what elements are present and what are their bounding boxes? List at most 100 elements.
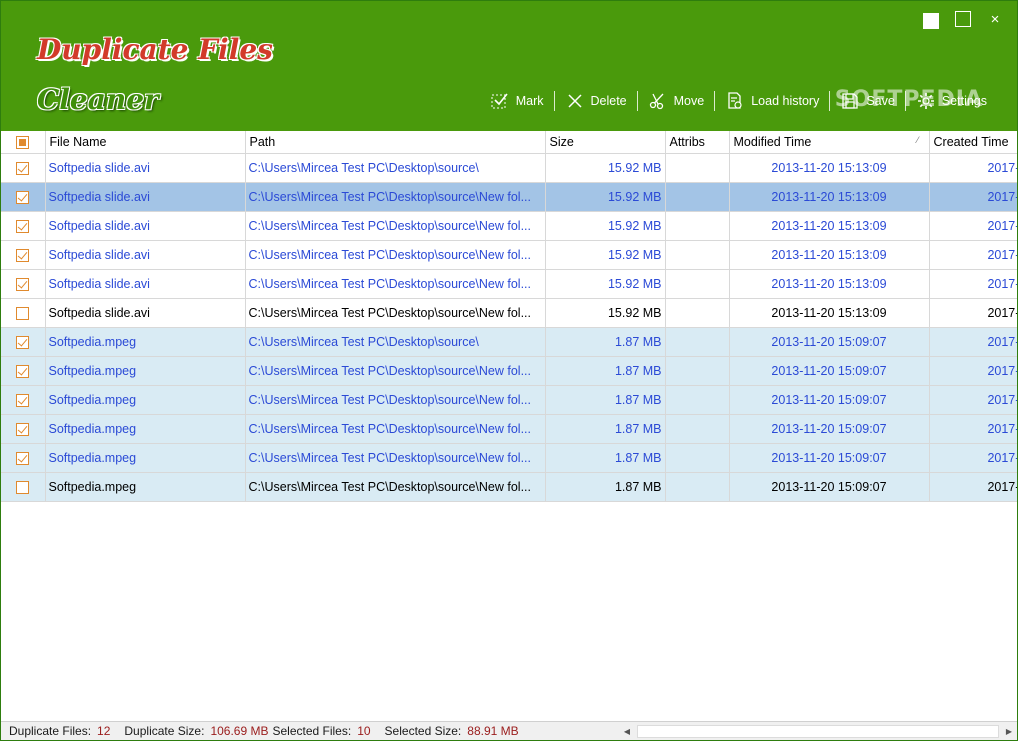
checkbox-checked-icon — [16, 364, 30, 378]
delete-label: Delete — [590, 94, 627, 108]
cell-path: C:\Users\Mircea Test PC\Desktop\source\N… — [245, 385, 546, 415]
move-button[interactable]: Move — [640, 87, 713, 115]
column-header-file-name[interactable]: File Name — [45, 131, 246, 154]
cell-created-time: 2017-06- — [929, 385, 1017, 415]
table-row[interactable]: Softpedia slide.avi C:\Users\Mircea Test … — [1, 153, 1017, 183]
cell-created-time: 2017-06- — [929, 211, 1017, 241]
cell-file-name: Softpedia.mpeg — [45, 385, 246, 415]
cell-size: 1.87 MB — [545, 327, 666, 357]
cell-size: 15.92 MB — [545, 269, 666, 299]
checkbox-checked-icon — [16, 190, 30, 204]
row-checkbox[interactable] — [1, 443, 46, 473]
column-header-created-time[interactable]: Created Time — [929, 131, 1017, 154]
select-all-checkbox[interactable] — [1, 131, 46, 154]
column-header-attribs[interactable]: Attribs — [665, 131, 730, 154]
table-row[interactable]: Softpedia slide.avi C:\Users\Mircea Test … — [1, 269, 1017, 299]
cell-modified-time: 2013-11-20 15:13:09 — [729, 182, 930, 212]
table-row[interactable]: Softpedia slide.avi C:\Users\Mircea Test … — [1, 182, 1017, 212]
logo-line-2: Cleaner — [37, 83, 159, 116]
cell-size: 1.87 MB — [545, 356, 666, 386]
row-checkbox[interactable] — [1, 240, 46, 270]
settings-button[interactable]: Settings — [908, 87, 995, 115]
checkbox-checked-icon — [16, 161, 30, 175]
logo-line-1: Duplicate Files — [37, 33, 273, 66]
row-checkbox[interactable] — [1, 472, 46, 502]
cell-path: C:\Users\Mircea Test PC\Desktop\source\N… — [245, 269, 546, 299]
selected-files-label: Selected Files: — [272, 724, 352, 738]
cell-path: C:\Users\Mircea Test PC\Desktop\source\ — [245, 327, 546, 357]
checkbox-checked-icon — [16, 422, 30, 436]
table-row[interactable]: Softpedia.mpeg C:\Users\Mircea Test PC\De… — [1, 414, 1017, 444]
cell-size: 15.92 MB — [545, 240, 666, 270]
row-checkbox[interactable] — [1, 385, 46, 415]
checkbox-checked-icon — [16, 277, 30, 291]
row-checkbox[interactable] — [1, 182, 46, 212]
mark-button[interactable]: Mark — [482, 87, 552, 115]
column-header-path[interactable]: Path — [245, 131, 546, 154]
toolbar-separator — [636, 91, 638, 111]
row-checkbox[interactable] — [1, 356, 46, 386]
scroll-right-icon[interactable]: ▶ — [1001, 724, 1017, 739]
row-checkbox[interactable] — [1, 211, 46, 241]
cell-modified-time: 2013-11-20 15:09:07 — [729, 414, 930, 444]
table-row[interactable]: Softpedia.mpeg C:\Users\Mircea Test PC\De… — [1, 356, 1017, 386]
row-checkbox[interactable] — [1, 269, 46, 299]
cell-attribs — [665, 182, 730, 212]
cell-modified-time: 2013-11-20 15:09:07 — [729, 327, 930, 357]
cell-attribs — [665, 269, 730, 299]
cell-path: C:\Users\Mircea Test PC\Desktop\source\N… — [245, 211, 546, 241]
cell-size: 15.92 MB — [545, 182, 666, 212]
checkbox-unchecked-icon — [16, 306, 30, 320]
checkbox-checked-icon — [16, 393, 30, 407]
table-row[interactable]: Softpedia.mpeg C:\Users\Mircea Test PC\De… — [1, 327, 1017, 357]
row-checkbox[interactable] — [1, 298, 46, 328]
cell-path: C:\Users\Mircea Test PC\Desktop\source\ — [245, 153, 546, 183]
cell-file-name: Softpedia.mpeg — [45, 443, 246, 473]
table-row[interactable]: Softpedia.mpeg C:\Users\Mircea Test PC\De… — [1, 472, 1017, 502]
maximize-icon — [955, 11, 971, 27]
table-row[interactable]: Softpedia slide.avi C:\Users\Mircea Test … — [1, 240, 1017, 270]
load-history-button[interactable]: Load history — [717, 87, 827, 115]
cell-file-name: Softpedia slide.avi — [45, 298, 246, 328]
cell-file-name: Softpedia slide.avi — [45, 240, 246, 270]
move-label: Move — [673, 94, 705, 108]
column-header-size[interactable]: Size — [545, 131, 666, 154]
gear-icon — [917, 93, 934, 109]
cell-modified-time: 2013-11-20 15:09:07 — [729, 356, 930, 386]
cell-path: C:\Users\Mircea Test PC\Desktop\source\N… — [245, 240, 546, 270]
column-header-modified-time[interactable]: Modified Time ⁄ — [729, 131, 930, 154]
duplicate-files-value: 12 — [97, 724, 111, 738]
cell-created-time: 2017-06- — [929, 240, 1017, 270]
close-button[interactable]: × — [987, 11, 1003, 28]
checkbox-unchecked-icon — [16, 480, 30, 494]
header-bar: Duplicate Files Cleaner × SOFTPEDIA Mark… — [1, 1, 1017, 131]
table-row[interactable]: Softpedia.mpeg C:\Users\Mircea Test PC\De… — [1, 443, 1017, 473]
duplicate-size-value: 106.69 MB — [210, 724, 269, 738]
save-button[interactable]: Save — [832, 87, 903, 115]
cell-created-time: 2017-06- — [929, 356, 1017, 386]
row-checkbox[interactable] — [1, 153, 46, 183]
row-checkbox[interactable] — [1, 327, 46, 357]
table-row[interactable]: Softpedia slide.avi C:\Users\Mircea Test … — [1, 211, 1017, 241]
toolbar-separator — [829, 91, 831, 111]
table-row[interactable]: Softpedia.mpeg C:\Users\Mircea Test PC\De… — [1, 385, 1017, 415]
delete-button[interactable]: Delete — [557, 87, 635, 115]
row-checkbox[interactable] — [1, 414, 46, 444]
toolbar-separator — [714, 91, 716, 111]
cell-modified-time: 2013-11-20 15:13:09 — [729, 298, 930, 328]
cell-size: 1.87 MB — [545, 385, 666, 415]
cell-file-name: Softpedia slide.avi — [45, 153, 246, 183]
scroll-left-icon[interactable]: ◀ — [619, 724, 635, 739]
cell-attribs — [665, 298, 730, 328]
delete-icon — [567, 94, 582, 108]
toolbar-separator — [904, 91, 906, 111]
save-label: Save — [866, 94, 895, 108]
scrollbar-thumb[interactable] — [637, 725, 999, 738]
app-window: Duplicate Files Cleaner × SOFTPEDIA Mark… — [0, 0, 1018, 741]
table-row[interactable]: Softpedia slide.avi C:\Users\Mircea Test … — [1, 298, 1017, 328]
maximize-button[interactable] — [955, 11, 971, 27]
minimize-button[interactable] — [923, 11, 939, 29]
horizontal-scrollbar[interactable]: ◀ ▶ — [619, 724, 1017, 739]
cell-modified-time: 2013-11-20 15:13:09 — [729, 240, 930, 270]
selected-size-value: 88.91 MB — [467, 724, 519, 738]
